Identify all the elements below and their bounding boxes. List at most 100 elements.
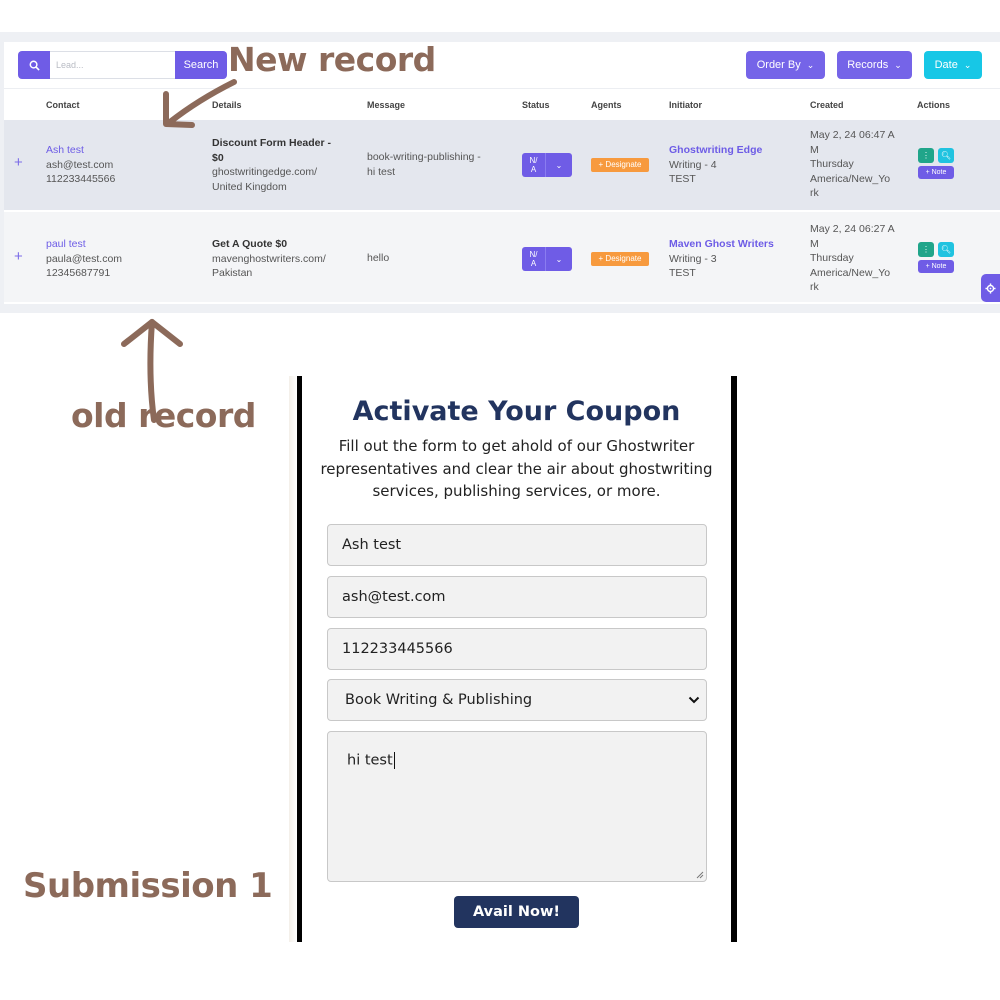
date-dropdown[interactable]: Date ⌄ xyxy=(924,51,982,79)
column-header-initiator[interactable]: Initiator xyxy=(669,100,702,110)
arrow-icon xyxy=(163,79,237,128)
initiator-team: Writing - 4 xyxy=(669,158,717,171)
crm-table-card: Search Order By ⌄ Records ⌄ Date ⌄ Conta… xyxy=(4,42,1000,304)
email-field[interactable]: ash@test.com xyxy=(327,576,707,618)
details-country: United Kingdom xyxy=(212,180,287,193)
table-row[interactable]: + paul test paula@test.com 12345687791 G… xyxy=(4,212,1000,302)
details-title: Get A Quote $0 xyxy=(212,238,288,250)
column-header-created[interactable]: Created xyxy=(810,100,844,110)
column-header-contact[interactable]: Contact xyxy=(46,100,80,110)
status-value: N/A xyxy=(522,153,546,177)
order-by-dropdown[interactable]: Order By ⌄ xyxy=(746,51,825,79)
chevron-down-icon: ⌄ xyxy=(894,59,902,70)
created-datetime-cont: M xyxy=(810,237,819,250)
contact-cell: paul test paula@test.com 12345687791 xyxy=(46,237,122,281)
crm-leads-panel: Search Order By ⌄ Records ⌄ Date ⌄ Conta… xyxy=(0,32,1000,313)
created-timezone-cont: rk xyxy=(810,281,819,293)
contact-cell: Ash test ash@test.com 112233445566 xyxy=(46,143,115,187)
initiator-brand-link[interactable]: Ghostwriting Edge xyxy=(669,143,762,158)
initiator-tag: TEST xyxy=(669,267,696,279)
service-selected-value: Book Writing & Publishing xyxy=(345,692,533,708)
gear-icon xyxy=(985,282,996,294)
phone-field[interactable]: 112233445566 xyxy=(327,628,707,670)
avail-now-button[interactable]: Avail Now! xyxy=(454,896,579,928)
status-text: N/ xyxy=(529,250,538,259)
column-header-status[interactable]: Status xyxy=(522,100,550,110)
initiator-cell: Ghostwriting Edge Writing - 4 TEST xyxy=(669,143,762,187)
add-note-button[interactable]: + Note xyxy=(918,166,954,179)
chevron-down-icon xyxy=(688,696,700,704)
search-icon-button[interactable] xyxy=(18,51,50,79)
annotation-new-record: New record xyxy=(228,40,436,79)
name-field[interactable]: Ash test xyxy=(327,524,707,566)
column-header-message[interactable]: Message xyxy=(367,100,405,110)
status-dropdown[interactable]: N/A ⌄ xyxy=(522,153,572,177)
table-header: Contact Details Message Status Agents In… xyxy=(4,88,1000,120)
initiator-cell: Maven Ghost Writers Writing - 3 TEST xyxy=(669,237,774,281)
magnifier-icon[interactable]: 🔍︎ xyxy=(938,242,954,257)
add-note-button[interactable]: + Note xyxy=(918,260,954,273)
contact-phone: 112233445566 xyxy=(46,173,116,185)
email-value: ash@test.com xyxy=(342,589,446,605)
date-label: Date xyxy=(934,59,958,71)
form-title: Activate Your Coupon xyxy=(352,396,681,427)
records-dropdown[interactable]: Records ⌄ xyxy=(837,51,912,79)
status-dropdown[interactable]: N/A ⌄ xyxy=(522,247,572,271)
message-cell: hello xyxy=(367,251,389,266)
message-textarea[interactable]: hi test xyxy=(327,731,707,882)
designate-agent-button[interactable]: + Designate xyxy=(591,252,649,266)
expand-plus-icon[interactable]: + xyxy=(14,248,23,265)
status-text: N/ xyxy=(529,156,538,165)
initiator-team: Writing - 3 xyxy=(669,252,717,265)
created-datetime-cont: M xyxy=(810,143,819,156)
table-row[interactable]: + Ash test ash@test.com 112233445566 Dis… xyxy=(4,120,1000,210)
chevron-down-icon: ⌄ xyxy=(963,59,972,70)
initiator-tag: TEST xyxy=(669,173,696,185)
created-timezone: America/New_Yo xyxy=(810,266,891,279)
annotation-old-record: old record xyxy=(71,396,256,435)
contact-name-link[interactable]: paul test xyxy=(46,237,122,252)
phone-value: 112233445566 xyxy=(342,641,453,657)
contact-phone: 12345687791 xyxy=(46,267,111,279)
message-cell: book-writing-publishing - hi test xyxy=(367,150,481,179)
service-select[interactable]: Book Writing & Publishing xyxy=(327,679,707,721)
created-cell: May 2, 24 06:27 A M Thursday America/New… xyxy=(810,222,910,295)
status-value: N/A xyxy=(522,247,546,271)
created-weekday: Thursday xyxy=(810,158,854,170)
message-value: hi test xyxy=(347,752,393,769)
search-button[interactable]: Search xyxy=(175,51,227,79)
created-datetime: May 2, 24 06:47 A xyxy=(810,129,895,141)
contact-email: ash@test.com xyxy=(46,158,114,171)
column-header-actions: Actions xyxy=(917,100,951,110)
expand-plus-icon[interactable]: + xyxy=(14,154,23,171)
details-cell: Discount Form Header - $0 ghostwritinged… xyxy=(212,136,352,194)
details-country: Pakistan xyxy=(212,267,253,279)
contact-name-link[interactable]: Ash test xyxy=(46,143,115,158)
form-border-left xyxy=(297,376,302,942)
more-icon[interactable]: ⋮ xyxy=(918,148,934,163)
chevron-down-icon: ⌄ xyxy=(555,160,563,170)
more-icon[interactable]: ⋮ xyxy=(918,242,934,257)
settings-tab[interactable] xyxy=(981,274,1000,302)
details-site: ghostwritingedge.com/ xyxy=(212,166,318,178)
designate-agent-button[interactable]: + Designate xyxy=(591,158,649,172)
column-header-agents[interactable]: Agents xyxy=(591,100,622,110)
crm-toolbar: Search Order By ⌄ Records ⌄ Date ⌄ xyxy=(4,42,1000,88)
contact-email: paula@test.com xyxy=(46,252,123,265)
initiator-brand-link[interactable]: Maven Ghost Writers xyxy=(669,237,774,252)
lead-search-input[interactable] xyxy=(50,51,176,79)
details-cell: Get A Quote $0 mavenghostwriters.com/ Pa… xyxy=(212,237,352,281)
details-title-cont: $0 xyxy=(212,151,224,164)
created-weekday: Thursday xyxy=(810,252,854,264)
resize-grip-icon[interactable] xyxy=(696,871,704,879)
form-edge xyxy=(289,376,297,942)
created-datetime: May 2, 24 06:27 A xyxy=(810,223,895,235)
magnifier-icon[interactable]: 🔍︎ xyxy=(938,148,954,163)
name-value: Ash test xyxy=(342,537,402,553)
created-cell: May 2, 24 06:47 A M Thursday America/New… xyxy=(810,128,910,201)
order-by-label: Order By xyxy=(756,59,801,71)
chevron-down-icon: ⌄ xyxy=(806,59,815,70)
form-border-right xyxy=(731,376,737,942)
created-timezone: America/New_Yo xyxy=(810,172,891,185)
message-text-cont: hi test xyxy=(367,165,396,178)
